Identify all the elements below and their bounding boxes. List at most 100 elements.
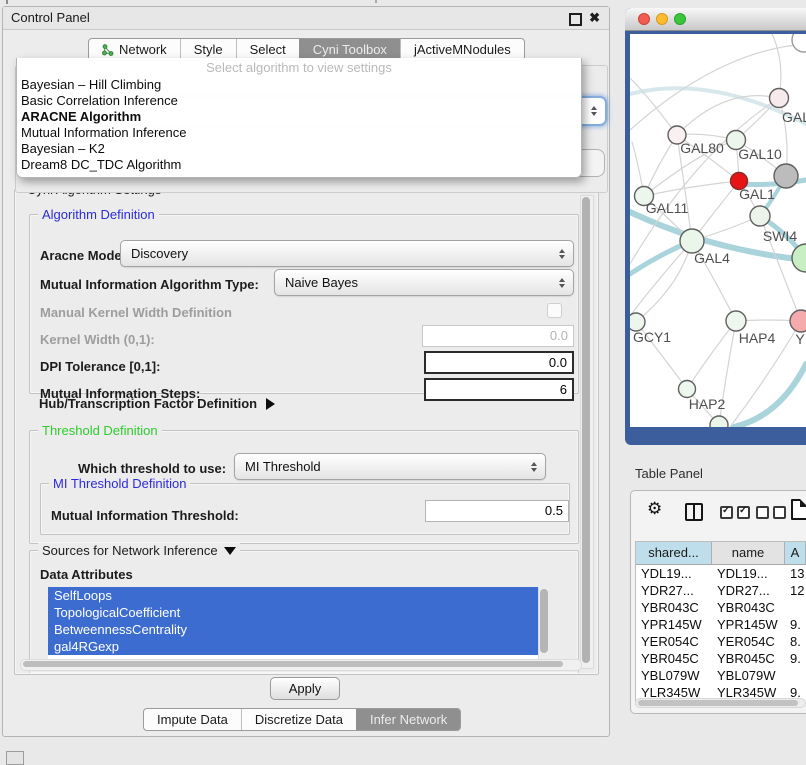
minimize-traffic-light-icon[interactable] <box>656 13 668 25</box>
algorithm-option[interactable]: Dream8 DC_TDC Algorithm <box>17 157 581 173</box>
manual-kernel-label: Manual Kernel Width Definition <box>40 305 232 320</box>
table-cell: YDL19... <box>636 565 712 582</box>
tab-jactivemnodules[interactable]: jActiveMNodules <box>400 39 524 60</box>
sources-group: Sources for Network Inference Data Attri… <box>29 550 579 673</box>
network-edge[interactable] <box>630 241 692 316</box>
network-edge[interactable] <box>687 321 736 389</box>
algorithm-option[interactable]: Bayesian – K2 <box>17 141 581 157</box>
manual-kernel-checkbox[interactable] <box>547 303 562 318</box>
tab-cyni-toolbox[interactable]: Cyni Toolbox <box>299 39 400 60</box>
control-panel-title: Control Panel <box>11 10 90 25</box>
network-window-titlebar[interactable] <box>625 8 806 31</box>
network-node[interactable] <box>792 34 806 52</box>
threshold-definition-title: Threshold Definition <box>38 423 162 438</box>
tab-impute-data[interactable]: Impute Data <box>144 709 241 730</box>
network-node-y[interactable] <box>790 310 806 332</box>
table-row[interactable]: YBR043CYBR043C <box>636 599 806 616</box>
tab-label: Style <box>194 39 223 60</box>
deselect-all-columns-icon[interactable] <box>756 506 786 519</box>
node-table[interactable]: shared...nameA YDL19...YDL19...13YDR27..… <box>635 541 806 705</box>
scrollbar-thumb[interactable] <box>540 589 548 653</box>
column-header[interactable]: name <box>712 542 785 564</box>
settings-horizontal-scrollbar[interactable] <box>20 659 582 671</box>
tab-label: Network <box>119 39 167 60</box>
dpi-tolerance-field[interactable]: 0.0 <box>424 351 574 374</box>
settings-vertical-scrollbar[interactable] <box>580 195 594 669</box>
network-canvas[interactable]: GALGAL80GAL10GAL1GAL11SWI4GAL4GCY1HAP4YH… <box>630 34 806 427</box>
attribute-item[interactable]: SelfLoops <box>48 587 550 604</box>
column-header[interactable]: A <box>785 542 806 564</box>
column-header[interactable]: shared... <box>636 542 712 564</box>
network-edge[interactable] <box>734 364 806 427</box>
network-edge[interactable] <box>677 96 779 135</box>
table-cell: YBR045C <box>712 650 785 667</box>
scrollbar-thumb[interactable] <box>582 197 590 663</box>
table-row[interactable]: YBR045CYBR045C9. <box>636 650 806 667</box>
table-header-row: shared...nameA <box>636 542 806 565</box>
algorithm-option[interactable]: Bayesian – Hill Climbing <box>17 77 581 93</box>
network-icon <box>102 44 114 56</box>
which-threshold-combo[interactable]: MI Threshold <box>234 453 546 480</box>
columns-icon[interactable] <box>685 503 703 521</box>
scrollbar-thumb[interactable] <box>23 661 563 667</box>
algorithm-option[interactable]: Mutual Information Inference <box>17 125 581 141</box>
close-icon[interactable]: ✖ <box>589 7 600 29</box>
network-node[interactable] <box>774 164 798 188</box>
table-row[interactable]: YER054CYER054C8. <box>636 633 806 650</box>
algorithm-option[interactable]: Basic Correlation Inference <box>17 93 581 109</box>
tab-network[interactable]: Network <box>89 39 180 60</box>
table-row[interactable]: YDL19...YDL19...13 <box>636 565 806 582</box>
attribute-item[interactable]: gal4RGexp <box>48 638 550 655</box>
mi-threshold-field[interactable]: 0.5 <box>425 500 569 522</box>
table-row[interactable]: YBL079WYBL079W <box>636 667 806 684</box>
close-traffic-light-icon[interactable] <box>638 13 650 25</box>
network-graph[interactable]: GALGAL80GAL10GAL1GAL11SWI4GAL4GCY1HAP4YH… <box>630 34 806 427</box>
tab-discretize-data[interactable]: Discretize Data <box>241 709 356 730</box>
cropped-ui-artifact <box>6 0 8 4</box>
collapsed-panel-button[interactable] <box>6 751 24 765</box>
aracne-mode-value: Discovery <box>131 246 188 261</box>
sources-group-title[interactable]: Sources for Network Inference <box>38 543 240 558</box>
hub-definition-expander[interactable]: Hub/Transcription Factor Definition <box>39 396 275 411</box>
combo-arrows-icon <box>559 249 565 259</box>
table-cell: YBL079W <box>636 667 712 684</box>
table-cell: 9. <box>785 650 806 667</box>
table-row[interactable]: YPR145WYPR145W9. <box>636 616 806 633</box>
attribute-item[interactable]: BetweennessCentrality <box>48 621 550 638</box>
mi-steps-field[interactable]: 6 <box>424 378 574 401</box>
aracne-mode-combo[interactable]: Discovery <box>120 240 574 267</box>
table-row[interactable]: YDR27...YDR27...12 <box>636 582 806 599</box>
select-all-columns-icon[interactable] <box>720 506 750 519</box>
collapse-arrow-icon <box>224 547 236 555</box>
network-node-gal[interactable] <box>770 89 789 108</box>
network-edge[interactable] <box>644 181 739 196</box>
table-cell: YBL079W <box>712 667 785 684</box>
algorithm-definition-title: Algorithm Definition <box>38 207 159 222</box>
export-table-icon[interactable] <box>791 499 806 520</box>
network-node-swi4[interactable] <box>750 206 770 226</box>
kernel-width-field[interactable]: 0.0 <box>422 325 574 347</box>
network-node-hap2[interactable] <box>679 381 696 398</box>
algorithm-option[interactable]: ARACNE Algorithm <box>17 109 581 125</box>
float-window-icon[interactable] <box>569 13 582 26</box>
scrollbar-thumb[interactable] <box>638 700 798 706</box>
attribute-item[interactable]: TopologicalCoefficient <box>48 604 550 621</box>
table-horizontal-scrollbar[interactable] <box>635 698 806 708</box>
apply-button[interactable]: Apply <box>270 677 340 700</box>
network-edge[interactable] <box>644 135 677 196</box>
network-node-hap4[interactable] <box>726 311 746 331</box>
mi-type-combo[interactable]: Naive Bayes <box>274 269 574 296</box>
network-view-window: GALGAL80GAL10GAL1GAL11SWI4GAL4GCY1HAP4YH… <box>625 8 806 445</box>
node-label: GAL <box>782 109 806 125</box>
tab-style[interactable]: Style <box>180 39 236 60</box>
table-cell: 12 <box>785 582 806 599</box>
table-cell: YDL19... <box>712 565 785 582</box>
gear-icon[interactable]: ⚙ <box>647 499 662 519</box>
tab-select[interactable]: Select <box>236 39 299 60</box>
tab-infer-network[interactable]: Infer Network <box>356 709 460 730</box>
network-node[interactable] <box>792 244 806 272</box>
zoom-traffic-light-icon[interactable] <box>674 13 686 25</box>
list-vertical-scrollbar[interactable] <box>538 587 550 659</box>
data-attributes-list[interactable]: SelfLoopsTopologicalCoefficientBetweenne… <box>48 587 550 659</box>
network-node[interactable] <box>710 416 728 427</box>
